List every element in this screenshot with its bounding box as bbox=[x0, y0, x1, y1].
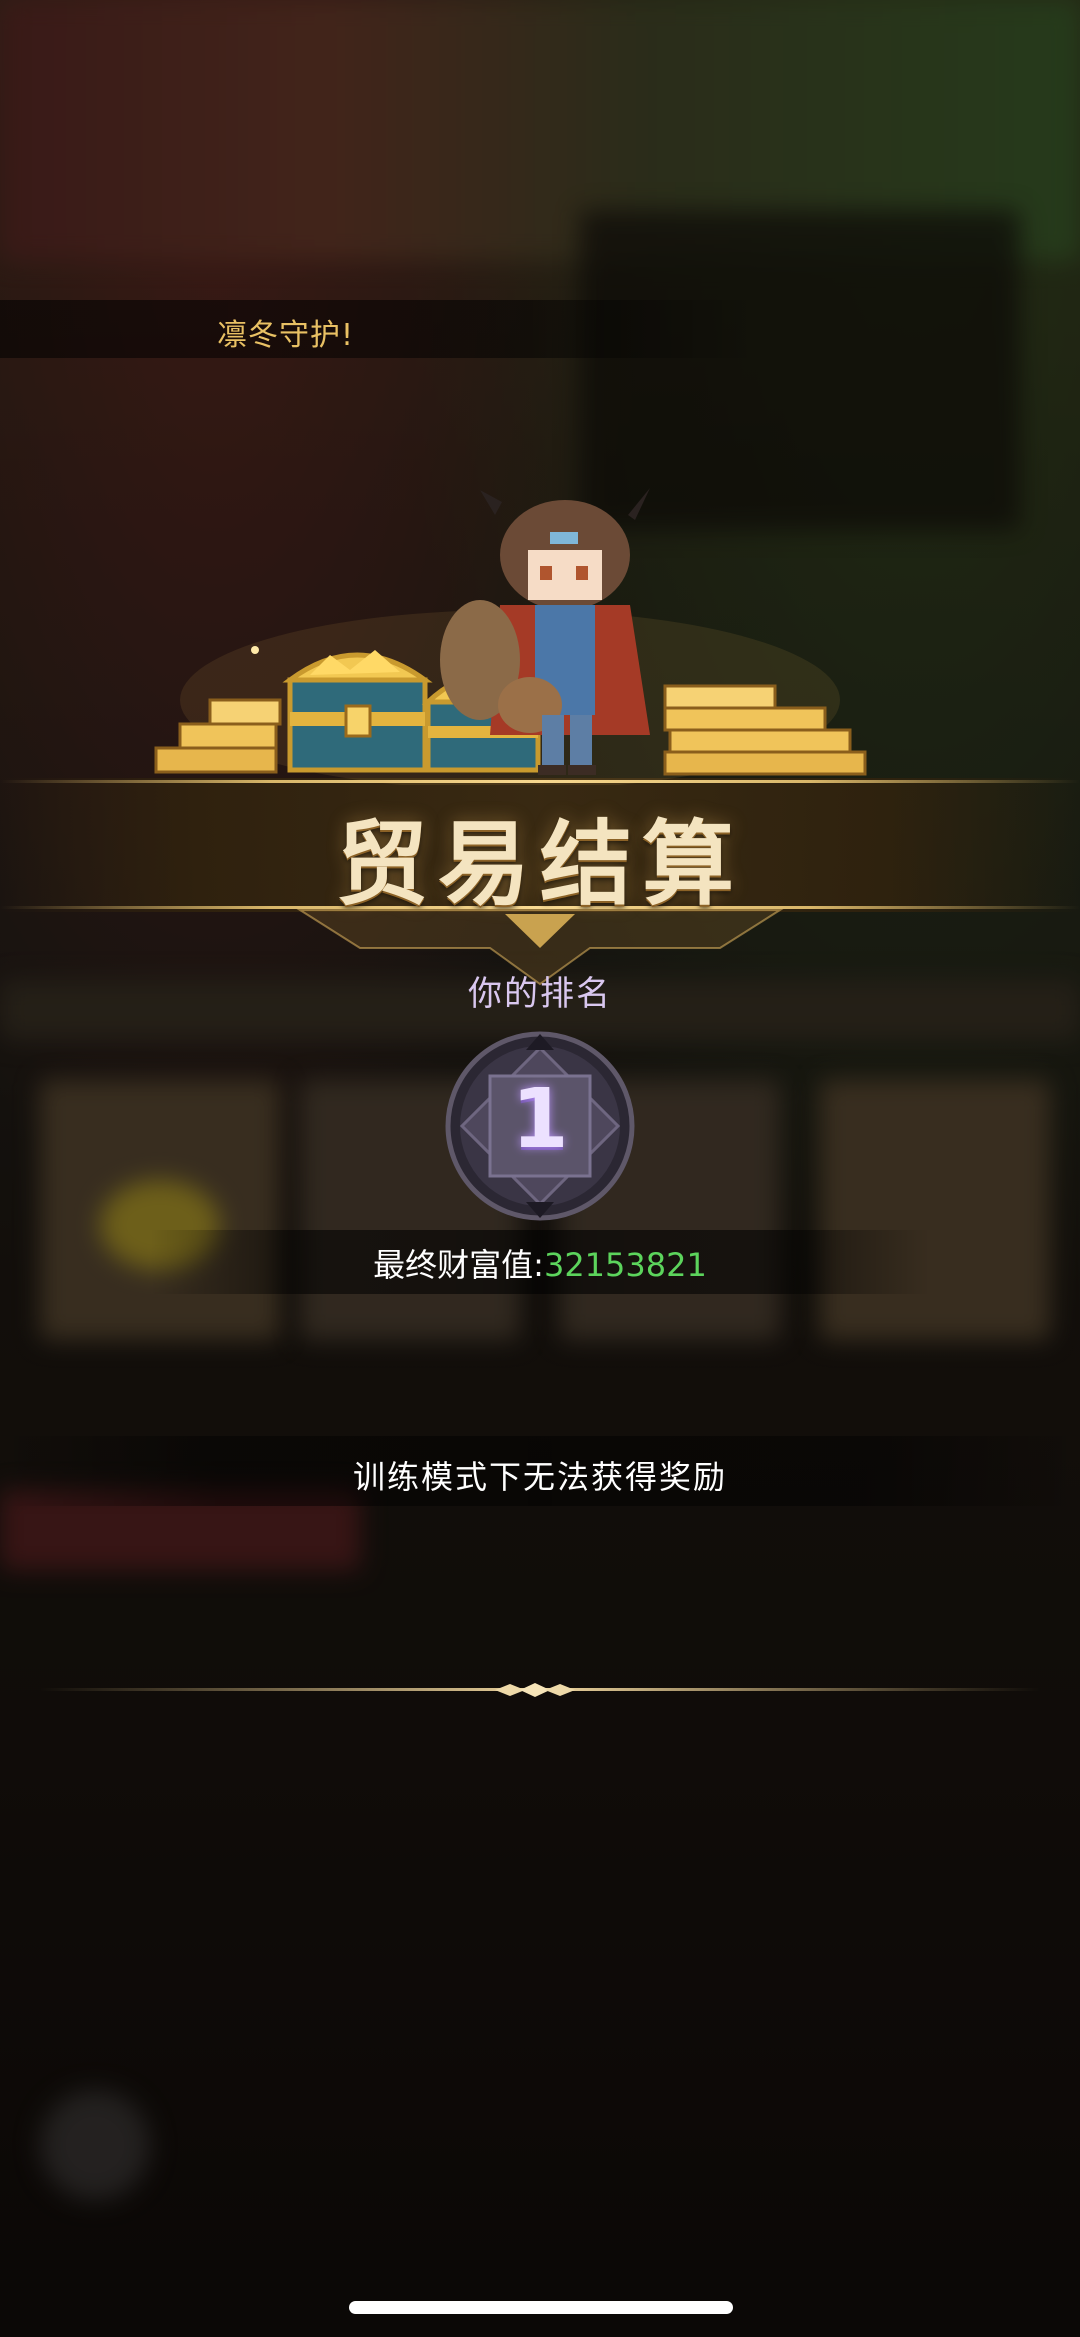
banner-text: 凛冬守护! bbox=[217, 318, 355, 353]
wealth-value: 32153821 bbox=[543, 1246, 707, 1284]
wealth-label: 最终财富值: bbox=[373, 1246, 544, 1284]
treasure-character-illustration bbox=[154, 488, 867, 785]
ornate-divider-icon bbox=[40, 1683, 1040, 1697]
rank-number: 1 bbox=[511, 1072, 569, 1167]
rank-label: 你的排名 bbox=[468, 974, 612, 1014]
settlement-screen[interactable]: 凛冬守护! 贸易结算 你的排名 1 最终财富值:32153821 训练模式下无法… bbox=[0, 0, 1080, 2337]
gold-bars-left-icon bbox=[154, 698, 282, 774]
notification-banner: 凛冬守护! bbox=[0, 300, 760, 358]
home-indicator[interactable] bbox=[349, 2301, 733, 2314]
training-mode-notice: 训练模式下无法获得奖励 bbox=[352, 1458, 727, 1496]
page-title: 贸易结算 bbox=[335, 811, 744, 918]
sparkle-icon bbox=[251, 646, 259, 654]
treasure-chest-icon bbox=[282, 650, 433, 773]
wealth-row: 最终财富值:32153821 bbox=[0, 1240, 1080, 1286]
